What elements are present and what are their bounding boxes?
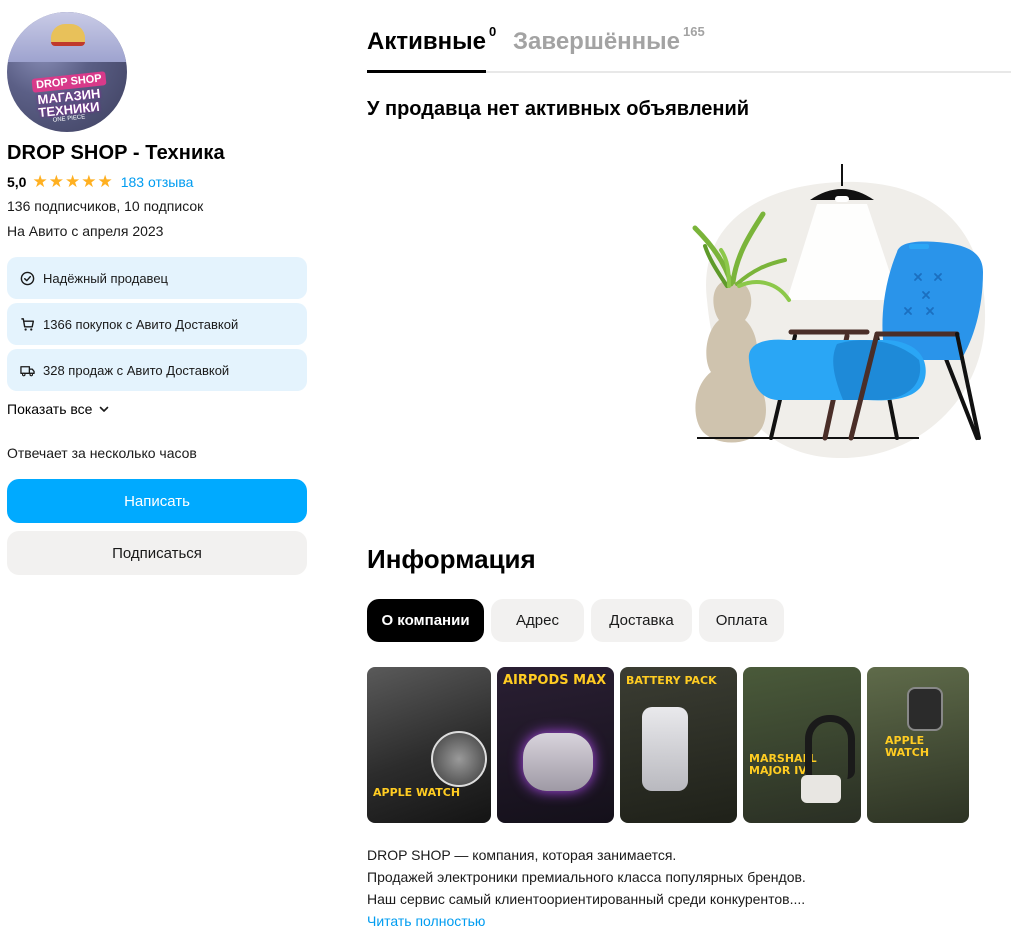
gallery-caption: MARSHALL MAJOR IV [749, 752, 817, 777]
gallery-image-battery-pack[interactable]: BATTERY PACK [620, 667, 737, 823]
tab-count: 165 [683, 24, 705, 39]
headphones-photo [805, 715, 855, 779]
subscribe-button[interactable]: Подписаться [7, 531, 307, 575]
tab-label: Активные [367, 28, 486, 55]
gallery-image-marshall[interactable]: MARSHALL MAJOR IV [743, 667, 861, 823]
headphones-photo [523, 733, 593, 791]
cart-icon [21, 317, 35, 331]
seller-panel: DROP SHOP МАГАЗИН ТЕХНИКИ ONE PIECE DROP… [7, 12, 307, 575]
badge-label: 328 продаж с Авито Доставкой [43, 362, 230, 378]
avatar-logo: DROP SHOP МАГАЗИН ТЕХНИКИ ONE PIECE [21, 71, 117, 124]
tab-label: Завершённые [513, 28, 681, 55]
show-all-button[interactable]: Показать все [7, 401, 307, 417]
shop-name: DROP SHOP - Техника [7, 142, 225, 164]
chip-about-company[interactable]: О компании [367, 599, 484, 642]
info-tabs: О компании Адрес Доставка Оплата [367, 599, 784, 642]
star-icon: ★ [32, 172, 48, 191]
active-tab-indicator [367, 70, 486, 73]
show-all-label: Показать все [7, 401, 93, 417]
write-message-button[interactable]: Написать [7, 479, 307, 523]
chip-address[interactable]: Адрес [491, 599, 584, 642]
star-icon: ★ [97, 172, 113, 191]
description-line: Продажей электроники премиального класса… [367, 869, 806, 885]
rating-value: 5,0 [7, 174, 27, 190]
star-icon: ★ [48, 172, 64, 191]
badge-reliable-seller[interactable]: Надёжный продавец [7, 257, 307, 299]
listing-tabs: Активные 0 Завершённые 165 [367, 0, 1011, 73]
rating-row: 5,0 ★ ★ ★ ★ ★ 183 отзыва [7, 172, 307, 191]
tab-completed-listings[interactable]: Завершённые 165 [513, 24, 705, 56]
gallery-image-airpods-max[interactable]: AIRPODS MAX [497, 667, 614, 823]
followers-count: 136 подписчиков, 10 подписок [7, 198, 204, 214]
gallery-caption: AIRPODS MAX [503, 673, 607, 688]
gallery-caption: BATTERY PACK [626, 674, 717, 687]
gallery-image-apple-watch[interactable]: APPLE WATCH [367, 667, 491, 823]
tab-active-listings[interactable]: Активные 0 [367, 24, 496, 56]
reviews-link[interactable]: 183 отзыва [121, 174, 194, 190]
chip-payment[interactable]: Оплата [699, 599, 784, 642]
info-section-title: Информация [367, 544, 536, 574]
gallery-caption: APPLE WATCH [373, 786, 461, 799]
watch-photo [431, 731, 487, 787]
tab-count: 0 [488, 24, 497, 39]
empty-state-illustration [692, 164, 986, 459]
seller-badges: Надёжный продавец 1366 покупок с Авито Д… [7, 257, 307, 391]
chevron-down-icon [100, 406, 109, 412]
description-line: DROP SHOP — компания, которая занимается… [367, 847, 677, 863]
straw-hat-icon [51, 24, 85, 46]
chip-delivery[interactable]: Доставка [591, 599, 692, 642]
avatar[interactable]: DROP SHOP МАГАЗИН ТЕХНИКИ ONE PIECE [7, 12, 127, 132]
marshall-box-photo [801, 775, 841, 803]
battery-pack-photo [642, 707, 688, 791]
response-time: Отвечает за несколько часов [7, 445, 197, 461]
member-since: На Авито с апреля 2023 [7, 223, 164, 239]
truck-icon [20, 365, 35, 376]
check-circle-icon [20, 271, 35, 285]
badge-purchases[interactable]: 1366 покупок с Авито Доставкой [7, 303, 307, 345]
badge-label: 1366 покупок с Авито Доставкой [43, 316, 239, 332]
star-icon: ★ [81, 172, 97, 191]
gallery-caption: APPLE WATCH [885, 734, 930, 759]
star-icon: ★ [64, 172, 81, 191]
badge-sales[interactable]: 328 продаж с Авито Доставкой [7, 349, 307, 391]
description-line: Наш сервис самый клиентоориентированный … [367, 891, 806, 907]
listings-panel: Активные 0 Завершённые 165 У продавца нет … [367, 0, 1011, 929]
empty-state-title: У продавца нет активных объявлений [367, 98, 750, 120]
rating-stars: ★ ★ ★ ★ ★ [32, 172, 113, 191]
read-more-link[interactable]: Читать полностью [367, 910, 967, 932]
badge-label: Надёжный продавец [43, 270, 168, 286]
company-description: DROP SHOP — компания, которая занимается… [367, 844, 967, 932]
company-gallery: APPLE WATCH AIRPODS MAX BATTERY PACK MAR… [367, 667, 969, 823]
gallery-image-apple-watch-2[interactable]: APPLE WATCH [867, 667, 969, 823]
watch-photo [907, 687, 943, 731]
